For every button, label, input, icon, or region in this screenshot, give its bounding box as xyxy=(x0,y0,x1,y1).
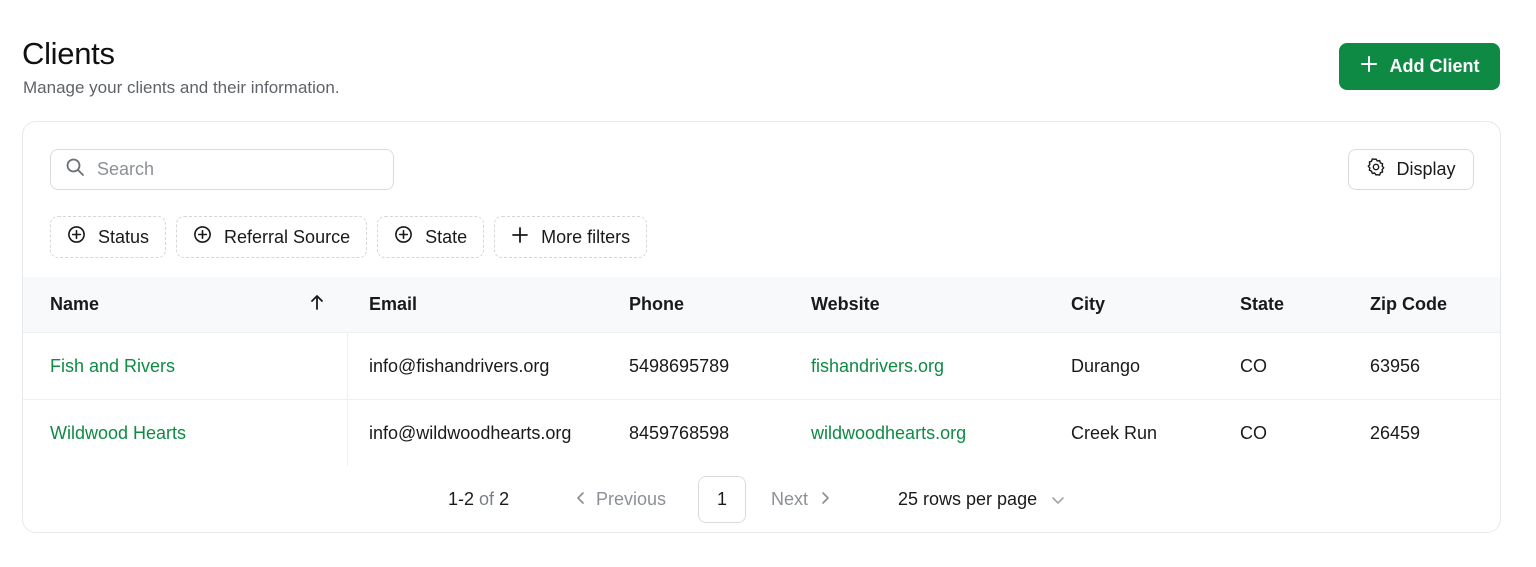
chevron-down-icon xyxy=(1051,489,1065,510)
client-name-link[interactable]: Fish and Rivers xyxy=(50,356,175,377)
column-header-name[interactable]: Name xyxy=(50,294,99,315)
column-header-phone[interactable]: Phone xyxy=(629,294,684,315)
filter-state[interactable]: State xyxy=(377,216,485,258)
client-website-link[interactable]: fishandrivers.org xyxy=(811,356,944,377)
sort-ascending-icon[interactable] xyxy=(309,293,325,316)
page-title: Clients xyxy=(22,36,115,71)
search-box[interactable] xyxy=(50,149,394,190)
column-header-website[interactable]: Website xyxy=(811,294,880,315)
rows-per-page-select[interactable]: 25 rows per page xyxy=(898,489,1065,510)
plus-icon xyxy=(1360,54,1378,78)
table-header: Name Email Phone Website City State Zip … xyxy=(23,277,1500,332)
rows-per-page-label: 25 rows per page xyxy=(898,489,1038,509)
plus-circle-icon xyxy=(394,225,413,249)
filter-label: More filters xyxy=(541,226,631,247)
plus-circle-icon xyxy=(193,225,212,249)
column-divider xyxy=(347,333,348,399)
filter-status[interactable]: Status xyxy=(50,216,167,258)
next-label: Next xyxy=(771,489,809,509)
previous-page-button[interactable]: Previous xyxy=(576,489,666,510)
add-client-label: Add Client xyxy=(1389,56,1480,76)
client-zip: 26459 xyxy=(1370,422,1421,443)
add-client-button[interactable]: Add Client xyxy=(1339,43,1500,90)
previous-label: Previous xyxy=(596,489,667,509)
client-city: Creek Run xyxy=(1071,422,1158,443)
column-header-state[interactable]: State xyxy=(1240,294,1284,315)
filter-label: Status xyxy=(98,226,150,247)
chevron-right-icon xyxy=(820,489,830,510)
range-of: of xyxy=(479,489,495,509)
filter-referral-source[interactable]: Referral Source xyxy=(176,216,368,258)
filter-bar: Status Referral Source State More filter… xyxy=(50,216,648,258)
table-row[interactable]: Fish and Rivers info@fishandrivers.org 5… xyxy=(23,332,1500,399)
column-header-city[interactable]: City xyxy=(1071,294,1105,315)
column-header-zip-code[interactable]: Zip Code xyxy=(1370,294,1447,315)
search-icon xyxy=(65,157,85,182)
column-header-email[interactable]: Email xyxy=(369,294,417,315)
filter-label: State xyxy=(425,226,468,247)
filter-more[interactable]: More filters xyxy=(494,216,648,258)
display-label: Display xyxy=(1396,159,1456,179)
page-subtitle: Manage your clients and their informatio… xyxy=(23,78,340,97)
plus-circle-icon xyxy=(67,225,86,249)
pagination: 1-2 of 2 Previous 1 Next 25 rows per pag… xyxy=(23,476,1500,526)
clients-table: Name Email Phone Website City State Zip … xyxy=(23,277,1500,466)
client-city: Durango xyxy=(1071,355,1141,376)
client-phone: 8459768598 xyxy=(629,422,730,443)
client-website-link[interactable]: wildwoodhearts.org xyxy=(811,423,966,444)
client-zip: 63956 xyxy=(1370,355,1421,376)
client-name-link[interactable]: Wildwood Hearts xyxy=(50,423,186,444)
client-state: CO xyxy=(1240,422,1267,443)
display-button[interactable]: Display xyxy=(1348,149,1474,190)
page-number-button[interactable]: 1 xyxy=(698,476,746,523)
clients-card: Display Status Referral Source State Mor… xyxy=(22,121,1501,533)
next-page-button[interactable]: Next xyxy=(771,489,830,510)
pagination-range: 1-2 of 2 xyxy=(448,489,509,510)
client-state: CO xyxy=(1240,355,1267,376)
column-divider xyxy=(347,400,348,466)
filter-label: Referral Source xyxy=(224,226,351,247)
client-phone: 5498695789 xyxy=(629,355,730,376)
gear-icon xyxy=(1366,157,1386,182)
table-row[interactable]: Wildwood Hearts info@wildwoodhearts.org … xyxy=(23,399,1500,466)
range-total: 2 xyxy=(499,489,510,509)
client-email: info@fishandrivers.org xyxy=(369,355,550,376)
chevron-left-icon xyxy=(576,489,586,510)
search-input[interactable] xyxy=(97,159,367,180)
client-email: info@wildwoodhearts.org xyxy=(369,422,572,443)
plus-icon xyxy=(511,226,529,249)
range-value: 1-2 xyxy=(448,489,475,509)
